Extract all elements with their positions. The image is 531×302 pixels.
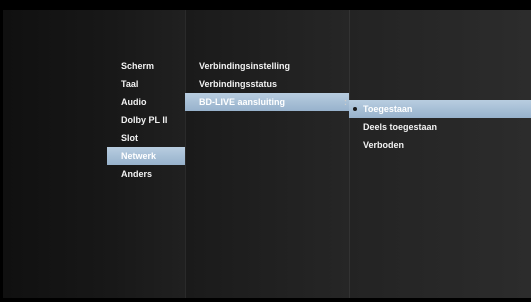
menu-item-label: Anders bbox=[121, 169, 153, 179]
network-submenu: Verbindingsinstelling Verbindingsstatus … bbox=[185, 57, 349, 111]
menu-item-dolby-pl-ii[interactable]: Dolby PL II bbox=[107, 111, 185, 129]
submenu-item-label: Verbindingsinstelling bbox=[199, 61, 291, 71]
menu-item-taal[interactable]: Taal bbox=[107, 75, 185, 93]
settings-category-menu: Scherm Taal Audio Dolby PL II Slot Netwe… bbox=[107, 57, 185, 183]
panel-options bbox=[349, 10, 531, 298]
menu-item-netwerk[interactable]: Netwerk bbox=[107, 147, 185, 165]
option-label: Deels toegestaan bbox=[363, 122, 438, 132]
option-deels-toegestaan[interactable]: Deels toegestaan bbox=[349, 118, 531, 136]
bd-live-options-menu: Toegestaan Deels toegestaan Verboden bbox=[349, 100, 531, 154]
menu-item-scherm[interactable]: Scherm bbox=[107, 57, 185, 75]
menu-item-label: Audio bbox=[121, 97, 147, 107]
menu-item-label: Taal bbox=[121, 79, 139, 89]
menu-item-slot[interactable]: Slot bbox=[107, 129, 185, 147]
option-toegestaan[interactable]: Toegestaan bbox=[349, 100, 531, 118]
submenu-open-marker: : bbox=[344, 97, 347, 107]
option-verboden[interactable]: Verboden bbox=[349, 136, 531, 154]
submenu-item-label: Verbindingsstatus bbox=[199, 79, 278, 89]
option-label: Toegestaan bbox=[363, 104, 413, 114]
menu-item-label: Slot bbox=[121, 133, 138, 143]
menu-item-label: Dolby PL II bbox=[121, 115, 168, 125]
selected-bullet-icon bbox=[353, 107, 357, 111]
menu-item-label: Scherm bbox=[121, 61, 155, 71]
submenu-item-verbindingsinstelling[interactable]: Verbindingsinstelling bbox=[185, 57, 349, 75]
option-label: Verboden bbox=[363, 140, 405, 150]
menu-item-label: Netwerk bbox=[121, 151, 157, 161]
submenu-item-bd-live-aansluiting[interactable]: BD-LIVE aansluiting : bbox=[185, 93, 349, 111]
panel-submenu bbox=[185, 10, 350, 298]
menu-item-anders[interactable]: Anders bbox=[107, 165, 185, 183]
submenu-item-verbindingsstatus[interactable]: Verbindingsstatus bbox=[185, 75, 349, 93]
submenu-item-label: BD-LIVE aansluiting bbox=[199, 97, 286, 107]
menu-item-audio[interactable]: Audio bbox=[107, 93, 185, 111]
settings-screen: Scherm Taal Audio Dolby PL II Slot Netwe… bbox=[3, 10, 531, 298]
